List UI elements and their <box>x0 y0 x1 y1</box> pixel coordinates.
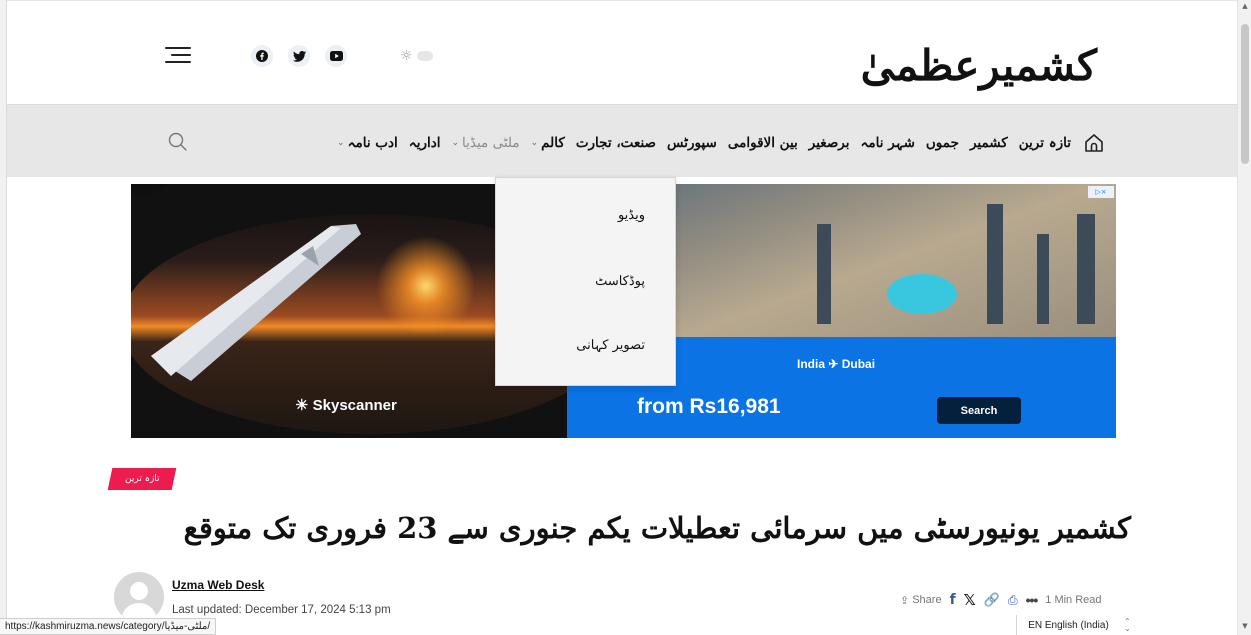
author-avatar[interactable] <box>114 572 164 622</box>
adchoices-icon[interactable]: ▷× <box>1088 186 1114 198</box>
status-bar-url: https://kashmiruzma.news/category/ملٹی-م… <box>0 618 217 635</box>
nav-item-subcontinent[interactable]: برصغیر <box>809 135 850 151</box>
search-icon[interactable] <box>167 131 189 153</box>
youtube-icon <box>329 51 343 61</box>
nav-item-label: شہر نامہ <box>860 135 915 151</box>
site-header: ☼ کشمیرعظمیٰ <box>7 0 1237 104</box>
skyscanner-logo: ☀ Skyscanner <box>295 397 397 414</box>
site-logo[interactable]: کشمیرعظمیٰ <box>861 21 1097 91</box>
facebook-icon[interactable]: f <box>950 592 956 608</box>
nav-item-kashmir[interactable]: کشمیر <box>970 135 1008 151</box>
scroll-down-icon[interactable]: ▼ <box>1238 622 1251 630</box>
share-button[interactable]: ⇪ Share <box>900 594 942 607</box>
nav-item-latest[interactable]: تازہ ترین <box>1019 135 1071 151</box>
nav-item-columns[interactable]: کالم ⌄ <box>531 135 565 151</box>
browser-viewport: ☼ کشمیرعظمیٰ تازہ ترین کشمیر جموں شہر نا… <box>0 0 1251 635</box>
share-bar: ⇪ Share f 𝕏 🔗 ⎙ ••• 1 Min Read <box>900 591 1110 609</box>
x-icon[interactable]: 𝕏 <box>964 591 976 609</box>
scrollbar[interactable]: ▲ ▼ <box>1237 0 1251 635</box>
nav-item-literature[interactable]: ادب نامہ ⌄ <box>337 135 398 151</box>
language-selector[interactable]: EN English (India) <box>1016 615 1120 635</box>
nav-item-jammu[interactable]: جموں <box>926 135 959 151</box>
window-edge <box>0 0 7 635</box>
tower-graphic <box>987 204 1003 324</box>
nav-item-sports[interactable]: سپورٹس <box>667 135 717 151</box>
nav-item-label: کشمیر <box>969 135 1008 151</box>
multimedia-dropdown: ویڈیو پوڈکاسٹ تصویر کہانی <box>495 177 676 386</box>
nav-item-city[interactable]: شہر نامہ <box>861 135 915 151</box>
dark-mode-toggle[interactable]: ☼ <box>400 47 440 65</box>
nav-item-label: ادب نامہ <box>347 135 398 151</box>
ad-price: from Rs16,981 <box>637 395 781 418</box>
nav-item-label: سپورٹس <box>667 135 717 151</box>
nav-item-international[interactable]: بین الاقوامی <box>728 135 798 151</box>
nav-item-label: برصغیر <box>808 135 850 151</box>
hamburger-menu-button[interactable] <box>165 45 191 65</box>
tower-graphic <box>817 224 831 324</box>
ad-route: India ✈ Dubai <box>797 357 876 371</box>
scrollbar-thumb[interactable] <box>1241 24 1249 164</box>
nav-item-editorial[interactable]: اداریہ <box>409 135 441 151</box>
ad-search-button[interactable]: Search <box>937 397 1021 424</box>
language-toggle-icon[interactable]: ⌃ ⌄ <box>1124 618 1131 633</box>
ad-brand: Skyscanner <box>312 397 397 414</box>
youtube-button[interactable] <box>325 45 347 67</box>
hamburger-line <box>171 54 191 56</box>
home-icon[interactable] <box>1083 132 1105 154</box>
avatar-head <box>130 582 148 600</box>
nav-item-label: بین الاقوامی <box>727 135 798 151</box>
nav-item-label: کالم <box>541 135 565 151</box>
nav-item-business[interactable]: صنعت، تجارت <box>576 135 656 151</box>
dropdown-item-podcast[interactable]: پوڈکاسٹ <box>595 274 645 289</box>
read-time: 1 Min Read <box>1045 594 1102 606</box>
sun-icon: ☼ <box>400 48 413 64</box>
pool-graphic <box>887 274 957 314</box>
nav-item-label: صنعت، تجارت <box>575 135 656 151</box>
author-name[interactable]: Uzma Web Desk <box>172 578 264 592</box>
nav-item-label: تازہ ترین <box>1018 135 1071 151</box>
share-icon: ⇪ <box>900 594 910 607</box>
logo-text: کشمیرعظمیٰ <box>860 41 1097 90</box>
nav-items: تازہ ترین کشمیر جموں شہر نامہ برصغیر بین… <box>326 129 1105 157</box>
facebook-icon <box>256 50 268 62</box>
article-headline: کشمیر یونیورسٹی میں سرمائی تعطیلات یکم ج… <box>183 511 1131 545</box>
more-icon[interactable]: ••• <box>1026 592 1039 608</box>
dropdown-item-photo-story[interactable]: تصویر کہانی <box>576 338 645 353</box>
facebook-button[interactable] <box>251 45 273 67</box>
hamburger-line <box>165 61 191 63</box>
link-icon[interactable]: 🔗 <box>984 592 1000 608</box>
tower-graphic <box>1037 234 1049 324</box>
print-icon[interactable]: ⎙ <box>1008 593 1018 608</box>
category-badge[interactable]: تازہ ترین <box>107 468 177 490</box>
nav-item-multimedia[interactable]: ملٹی میڈیا ⌄ <box>451 135 519 151</box>
chevron-down-icon: ⌄ <box>530 138 539 148</box>
chevron-down-icon: ⌄ <box>337 138 345 148</box>
chevron-down-icon: ⌄ <box>451 138 460 148</box>
hamburger-line <box>165 47 191 49</box>
toggle-track <box>416 51 433 61</box>
nav-item-label: اداریہ <box>408 135 441 151</box>
nav-item-label: جموں <box>925 135 959 151</box>
main-navigation: تازہ ترین کشمیر جموں شہر نامہ برصغیر بین… <box>7 104 1237 177</box>
last-updated: Last updated: December 17, 2024 5:13 pm <box>172 604 391 616</box>
dropdown-item-video[interactable]: ویڈیو <box>618 208 645 223</box>
share-label: Share <box>912 594 942 606</box>
nav-item-label: ملٹی میڈیا <box>462 135 520 151</box>
scroll-up-icon[interactable]: ▲ <box>1238 2 1251 10</box>
twitter-icon <box>292 50 306 62</box>
tower-graphic <box>1077 214 1095 324</box>
category-label: تازہ ترین <box>124 474 160 484</box>
twitter-button[interactable] <box>288 45 310 67</box>
